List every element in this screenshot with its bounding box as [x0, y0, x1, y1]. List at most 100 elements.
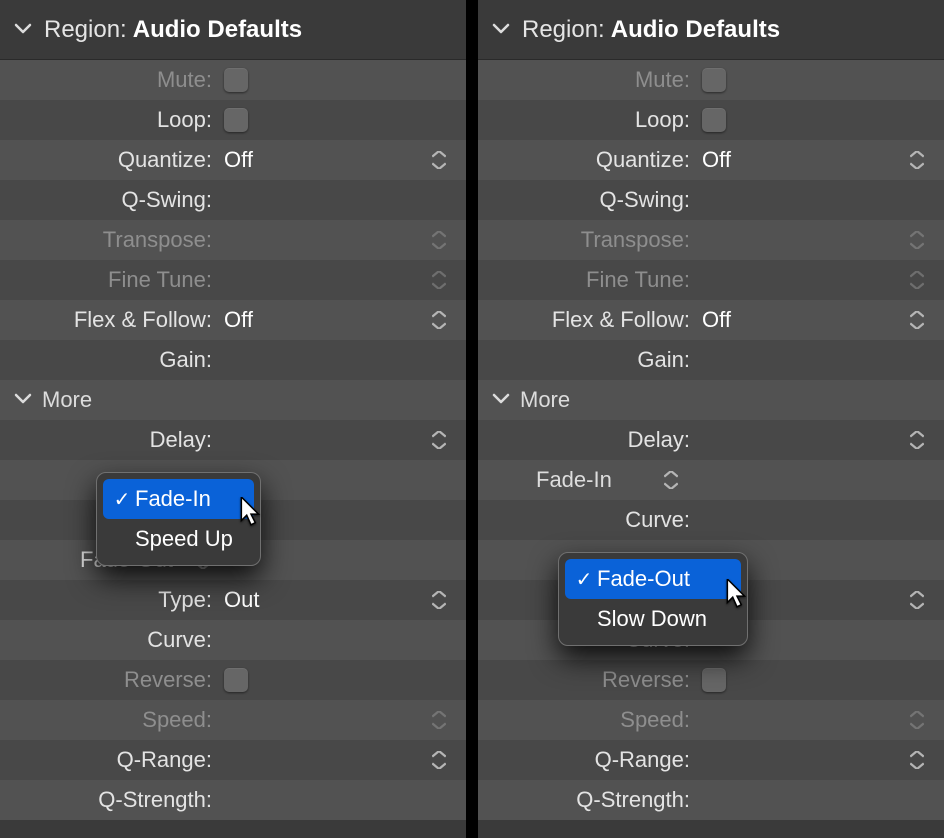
fadeout-popup[interactable]: ✓ Fade-Out Slow Down [558, 552, 748, 646]
region-value: Audio Defaults [611, 16, 780, 44]
label-reverse: Reverse: [0, 667, 220, 693]
loop-checkbox[interactable] [224, 108, 248, 132]
more-label: More [42, 387, 92, 413]
check-icon: ✓ [573, 567, 595, 592]
type-text: Out [224, 587, 259, 613]
row-flexfollow: Flex & Follow: Off [0, 300, 466, 340]
cursor-icon [724, 579, 750, 609]
label-qrange: Q-Range: [0, 747, 220, 773]
stepper-icon [910, 230, 924, 250]
row-loop: Loop: [478, 100, 944, 140]
stepper-icon[interactable] [432, 590, 446, 610]
popup-item-label: Fade-In [135, 486, 211, 512]
label-type: Type: [0, 587, 220, 613]
stepper-icon[interactable] [664, 470, 678, 490]
more-section[interactable]: More [0, 380, 466, 420]
quantize-value[interactable]: Off [220, 147, 452, 173]
row-quantize: Quantize: Off [0, 140, 466, 180]
quantize-value[interactable]: Off [698, 147, 930, 173]
row-transpose: Transpose: [478, 220, 944, 260]
stepper-icon[interactable] [432, 750, 446, 770]
chevron-down-icon[interactable] [492, 21, 510, 39]
stepper-icon[interactable] [432, 150, 446, 170]
loop-checkbox[interactable] [702, 108, 726, 132]
cursor-icon [238, 497, 264, 527]
reverse-checkbox[interactable] [702, 668, 726, 692]
stepper-icon[interactable] [910, 310, 924, 330]
row-qrange: Q-Range: [478, 740, 944, 780]
popup-item-fadeout[interactable]: ✓ Fade-Out [565, 559, 741, 599]
inspector-panel-right: Region: Audio Defaults Mute: Loop: Quant… [478, 0, 944, 838]
chevron-down-icon[interactable] [492, 391, 510, 409]
row-finetune: Fine Tune: [0, 260, 466, 300]
stepper-icon [910, 710, 924, 730]
popup-item-fadein[interactable]: ✓ Fade-In [103, 479, 254, 519]
label-transpose: Transpose: [0, 227, 220, 253]
popup-item-label: Slow Down [597, 606, 707, 632]
inspector-panel-left: Region: Audio Defaults Mute: Loop: Quant… [0, 0, 466, 838]
row-mute: Mute: [478, 60, 944, 100]
popup-item-speedup[interactable]: Speed Up [103, 519, 254, 559]
label-speed: Speed: [478, 707, 698, 733]
flexfollow-value[interactable]: Off [220, 307, 452, 333]
label-qstrength: Q-Strength: [0, 787, 220, 813]
row-speed: Speed: [0, 700, 466, 740]
popup-item-label: Speed Up [135, 526, 233, 552]
quantize-text: Off [702, 147, 731, 173]
reverse-checkbox[interactable] [224, 668, 248, 692]
label-qrange: Q-Range: [478, 747, 698, 773]
stepper-icon[interactable] [910, 750, 924, 770]
stepper-icon[interactable] [432, 430, 446, 450]
region-label: Region: [522, 16, 605, 44]
row-reverse: Reverse: [478, 660, 944, 700]
more-section[interactable]: More [478, 380, 944, 420]
label-finetune: Fine Tune: [0, 267, 220, 293]
stepper-icon[interactable] [432, 310, 446, 330]
flexfollow-value[interactable]: Off [698, 307, 930, 333]
region-label: Region: [44, 16, 127, 44]
chevron-down-icon[interactable] [14, 21, 32, 39]
region-header[interactable]: Region: Audio Defaults [478, 0, 944, 60]
label-loop: Loop: [0, 107, 220, 133]
label-transpose: Transpose: [478, 227, 698, 253]
fadein-popup[interactable]: ✓ Fade-In Speed Up [96, 472, 261, 566]
flexfollow-text: Off [702, 307, 731, 333]
row-qstrength: Q-Strength: [0, 780, 466, 820]
label-reverse: Reverse: [478, 667, 698, 693]
row-qswing: Q-Swing: [0, 180, 466, 220]
label-loop: Loop: [478, 107, 698, 133]
popup-item-slowdown[interactable]: Slow Down [565, 599, 741, 639]
mute-checkbox[interactable] [224, 68, 248, 92]
label-curve: Curve: [478, 507, 698, 533]
label-speed: Speed: [0, 707, 220, 733]
row-qstrength: Q-Strength: [478, 780, 944, 820]
row-delay: Delay: [0, 420, 466, 460]
row-reverse: Reverse: [0, 660, 466, 700]
row-finetune: Fine Tune: [478, 260, 944, 300]
row-transpose: Transpose: [0, 220, 466, 260]
row-curve: Curve: [478, 500, 944, 540]
row-loop: Loop: [0, 100, 466, 140]
stepper-icon [432, 710, 446, 730]
type-value[interactable]: Out [220, 587, 452, 613]
more-label: More [520, 387, 570, 413]
row-speed: Speed: [478, 700, 944, 740]
label-mute: Mute: [0, 67, 220, 93]
label-flexfollow: Flex & Follow: [478, 307, 698, 333]
label-curve: Curve: [0, 627, 220, 653]
stepper-icon [910, 270, 924, 290]
stepper-icon [432, 230, 446, 250]
row-delay: Delay: [478, 420, 944, 460]
row-flexfollow: Flex & Follow: Off [478, 300, 944, 340]
label-quantize: Quantize: [478, 147, 698, 173]
chevron-down-icon[interactable] [14, 391, 32, 409]
row-mute: Mute: [0, 60, 466, 100]
stepper-icon[interactable] [910, 150, 924, 170]
label-gain: Gain: [0, 347, 220, 373]
region-header[interactable]: Region: Audio Defaults [0, 0, 466, 60]
stepper-icon[interactable] [910, 590, 924, 610]
row-type: Type: Out [0, 580, 466, 620]
flexfollow-text: Off [224, 307, 253, 333]
stepper-icon[interactable] [910, 430, 924, 450]
mute-checkbox[interactable] [702, 68, 726, 92]
